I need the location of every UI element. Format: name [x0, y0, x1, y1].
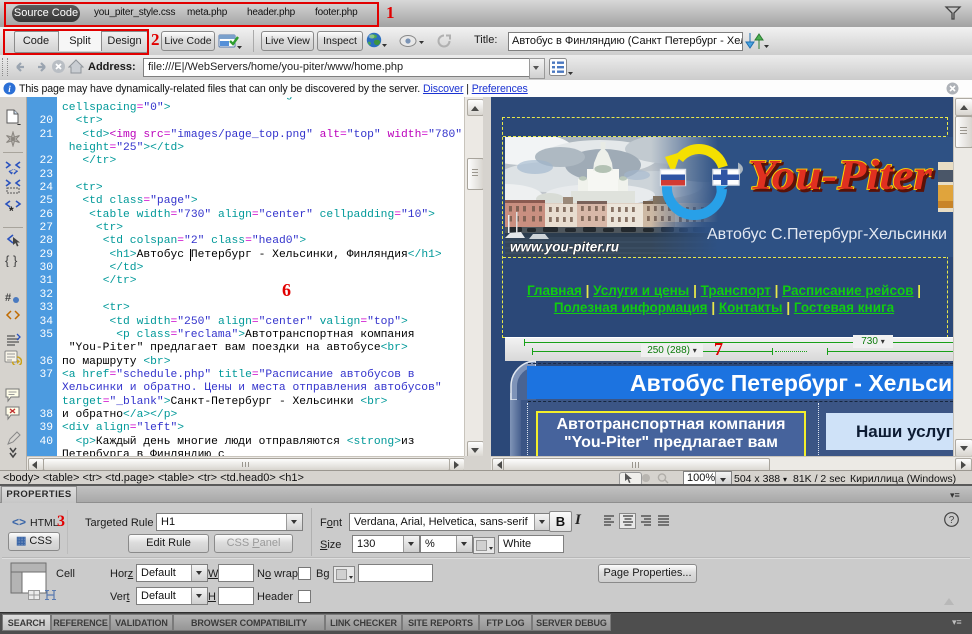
svg-text:You-Piter: You-Piter — [748, 153, 933, 199]
svg-text:?: ? — [949, 515, 955, 526]
svg-text:www.you-piter.ru: www.you-piter.ru — [510, 240, 620, 255]
svg-text:{ }: { } — [5, 253, 18, 267]
svg-text:<>: <> — [9, 167, 19, 175]
svg-text:Автобус С.Петербург-Хельсинки: Автобус С.Петербург-Хельсинки — [707, 226, 947, 243]
svg-text:#: # — [5, 292, 11, 304]
svg-text:*: * — [9, 204, 14, 216]
